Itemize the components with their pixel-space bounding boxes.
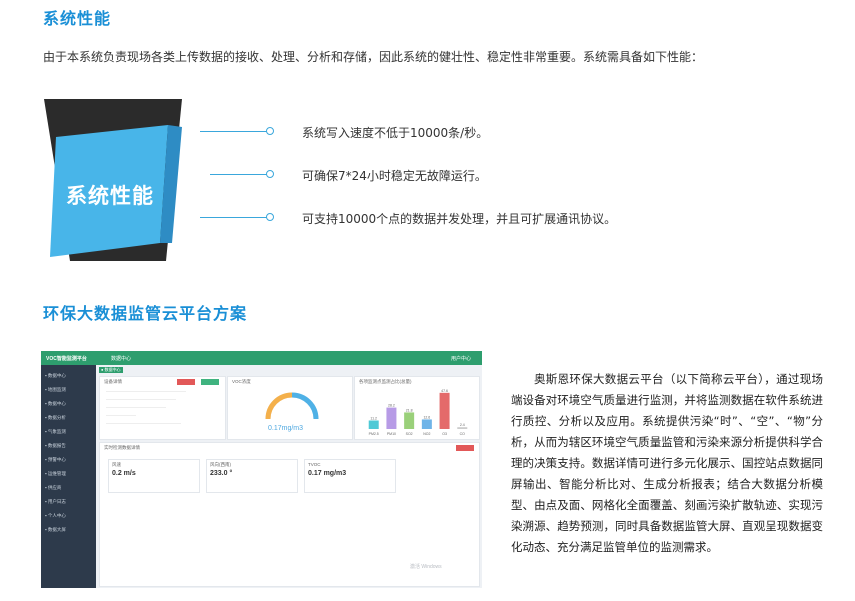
metric-value: 233.0 ° [210, 470, 233, 477]
voc-gauge [265, 392, 319, 420]
realtime-card: 实时检测数据详情 风速 0.2 m/s 风向(西南) 233.0 ° TVOC 0.17 … [99, 442, 480, 587]
feature-dot-1 [266, 127, 274, 135]
chart-tick-label: PM10 [387, 432, 396, 436]
metric-tile: 风速 0.2 m/s [108, 459, 200, 493]
voc-gauge-card: VOC浓度 0.17mg/m3 [227, 376, 353, 440]
metric-value: 0.2 m/s [112, 470, 136, 477]
chart-data-label: 47.6 [441, 389, 448, 393]
chart-tick-label: CO [460, 432, 466, 436]
voc-gauge-value: 0.17mg/m3 [268, 425, 304, 432]
chart-data-label: 21.8 [406, 408, 413, 412]
metric-label: 风向(西南) [210, 462, 231, 467]
feature-text-1: 系统写入速度不低于10000条/秒。 [302, 126, 489, 140]
sidebar-item[interactable]: ▪ 数据中心 [45, 373, 66, 379]
dashboard-app-title: VOC智能监测平台 [46, 356, 87, 362]
chart-data-label: 28.2 [388, 404, 395, 408]
sidebar-item[interactable]: ▪ 数据大屏 [45, 527, 66, 533]
sidebar-item[interactable]: ▪ 气象监测 [45, 429, 66, 435]
chart-tick-label: NO2 [423, 432, 430, 436]
chart-data-label: 11.2 [370, 416, 377, 420]
composition-chart-card: 各项监测点监测占比(总量) 11.2 PM2.5 28.2 PM10 21.8 SO2 12… [354, 376, 480, 440]
realtime-card-title: 实时检测数据详情 [104, 445, 140, 450]
chart-tick-label: O3 [442, 432, 447, 436]
chart-data-label: 12.6 [423, 415, 430, 419]
chart-tick-label: PM2.5 [369, 432, 379, 436]
chart-bar [404, 412, 415, 429]
sidebar-item[interactable]: ▪ 供应商 [45, 485, 61, 491]
metric-tile: 风向(西南) 233.0 ° [206, 459, 298, 493]
metric-tile: TVOC 0.17 mg/m3 [304, 459, 396, 493]
dashboard-sidebar: ▪ 数据中心 ▪ 地图监测 ▪ 数据中心 ▪ 数据分析 ▪ 气象监测 ▪ 数据报告 ▪ 预警… [41, 365, 96, 588]
feature-text-3: 可支持10000个点的数据并发处理，并且可扩展通讯协议。 [302, 212, 617, 226]
sidebar-item[interactable]: ▪ 个人中心 [45, 513, 66, 519]
voc-card-title: VOC浓度 [232, 379, 251, 384]
section1-intro: 由于本系统负责现场各类上传数据的接收、处理、分析和存储，因此系统的健壮性、稳定性… [43, 50, 704, 64]
device-green-button[interactable] [201, 379, 219, 385]
dashboard-tab[interactable]: ● 数据中心 [99, 367, 123, 373]
feature-dot-3 [266, 213, 274, 221]
metric-value: 0.17 mg/m3 [308, 470, 347, 477]
dashboard-topbar: VOC智能监测平台 数据中心 用户中心 [41, 351, 482, 365]
device-red-button[interactable] [177, 379, 195, 385]
sidebar-item[interactable]: ▪ 数据报告 [45, 443, 66, 449]
dashboard-nav-title: 数据中心 [111, 356, 132, 362]
feature-connector-1 [200, 131, 268, 132]
device-card: 设备详情 [99, 376, 226, 440]
chart-bar [386, 407, 397, 429]
chart-bar [439, 392, 450, 429]
feature-text-2: 可确保7*24小时稳定无故障运行。 [302, 169, 487, 183]
chart-tick-label: SO2 [406, 432, 413, 436]
dashboard-screenshot: VOC智能监测平台 数据中心 用户中心 ▪ 数据中心 ▪ 地图监测 ▪ 数据中心 ▪ … [41, 351, 482, 588]
composition-bar-chart: 11.2 PM2.5 28.2 PM10 21.8 SO2 12.6 NO2 47.6 O3 2.4… [368, 389, 468, 436]
metric-label: TVOC [308, 462, 321, 467]
sidebar-item[interactable]: ▪ 运维管理 [45, 471, 66, 477]
sidebar-item[interactable]: ▪ 用户日志 [45, 499, 66, 505]
section2-title: 环保大数据监管云平台方案 [43, 304, 248, 323]
sidebar-item[interactable]: ▪ 数据中心 [45, 401, 66, 407]
chart-data-label: 2.4 [460, 423, 465, 427]
chart-bar [457, 427, 468, 429]
windows-watermark: 激活 Windows [410, 564, 442, 570]
chart-bar [421, 419, 432, 429]
badge-label: 系统性能 [66, 184, 154, 208]
dashboard-user[interactable]: 用户中心 [451, 355, 471, 362]
sidebar-item[interactable]: ▪ 地图监测 [45, 387, 66, 393]
feature-connector-2 [210, 174, 268, 175]
metric-label: 风速 [112, 462, 121, 467]
sidebar-item[interactable]: ▪ 预警中心 [45, 457, 66, 463]
device-card-title: 设备详情 [104, 379, 122, 384]
section2-description: 奥斯恩环保大数据云平台（以下简称云平台），通过现场端设备对环境空气质量进行监测，… [511, 372, 823, 554]
feature-dot-2 [266, 170, 274, 178]
section1-title: 系统性能 [43, 9, 112, 28]
sidebar-item[interactable]: ▪ 数据分析 [45, 415, 66, 421]
chart-bar [368, 420, 379, 429]
realtime-red-button[interactable] [456, 445, 474, 451]
feature-connector-3 [200, 217, 268, 218]
